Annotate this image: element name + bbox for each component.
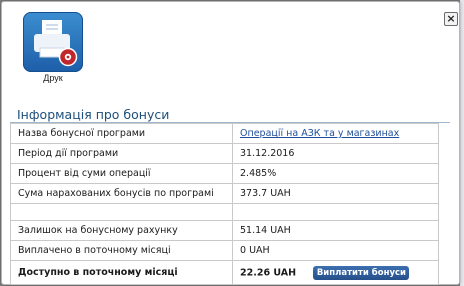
spacer-cell: [10, 203, 233, 221]
background-strip: [460, 0, 464, 286]
table-row: Доступно в поточному місяці 22.26 UAH Ви…: [10, 260, 439, 285]
period-label: Період дії програми: [10, 143, 233, 164]
print-button[interactable]: [23, 12, 83, 72]
accrued-value: 373.7 UAH: [232, 183, 439, 204]
table-row: Назва бонусної програми Операції на АЗК …: [10, 123, 439, 144]
bonus-info-table: Назва бонусної програми Операції на АЗК …: [10, 123, 439, 285]
percent-label: Процент від суми операції: [10, 163, 233, 184]
section-title: Інформація про бонуси: [17, 107, 170, 122]
program-name-value: Операції на АЗК та у магазинах: [232, 123, 439, 144]
spacer-row: [10, 203, 439, 221]
program-name-label: Назва бонусної програми: [10, 123, 233, 144]
table-row: Залишок на бонусному рахунку 51.14 UAH: [10, 220, 439, 241]
table-row: Виплачено в поточному місяці 0 UAH: [10, 240, 439, 261]
spacer-cell: [232, 203, 439, 221]
paid-label: Виплачено в поточному місяці: [10, 240, 233, 261]
table-row: Процент від суми операції 2.485%: [10, 163, 439, 184]
available-value: 22.26 UAH: [240, 267, 297, 278]
percent-value: 2.485%: [232, 163, 439, 184]
table-row: Сума нарахованих бонусів по програмі 373…: [10, 183, 439, 204]
paid-value: 0 UAH: [232, 240, 439, 261]
accrued-label: Сума нарахованих бонусів по програмі: [10, 183, 233, 204]
available-label: Доступно в поточному місяці: [10, 260, 233, 285]
pay-bonuses-button[interactable]: Виплатити бонуси: [313, 265, 410, 280]
balance-value: 51.14 UAH: [232, 220, 439, 241]
program-name-link[interactable]: Операції на АЗК та у магазинах: [240, 128, 399, 139]
print-label: Друк: [43, 73, 63, 83]
close-icon: ×: [446, 12, 456, 25]
close-button[interactable]: ×: [444, 12, 458, 26]
available-cell: 22.26 UAH Виплатити бонуси: [232, 260, 439, 285]
printer-settings-icon: [34, 20, 78, 67]
period-value: 31.12.2016: [232, 143, 439, 164]
balance-label: Залишок на бонусному рахунку: [10, 220, 233, 241]
table-row: Період дії програми 31.12.2016: [10, 143, 439, 164]
